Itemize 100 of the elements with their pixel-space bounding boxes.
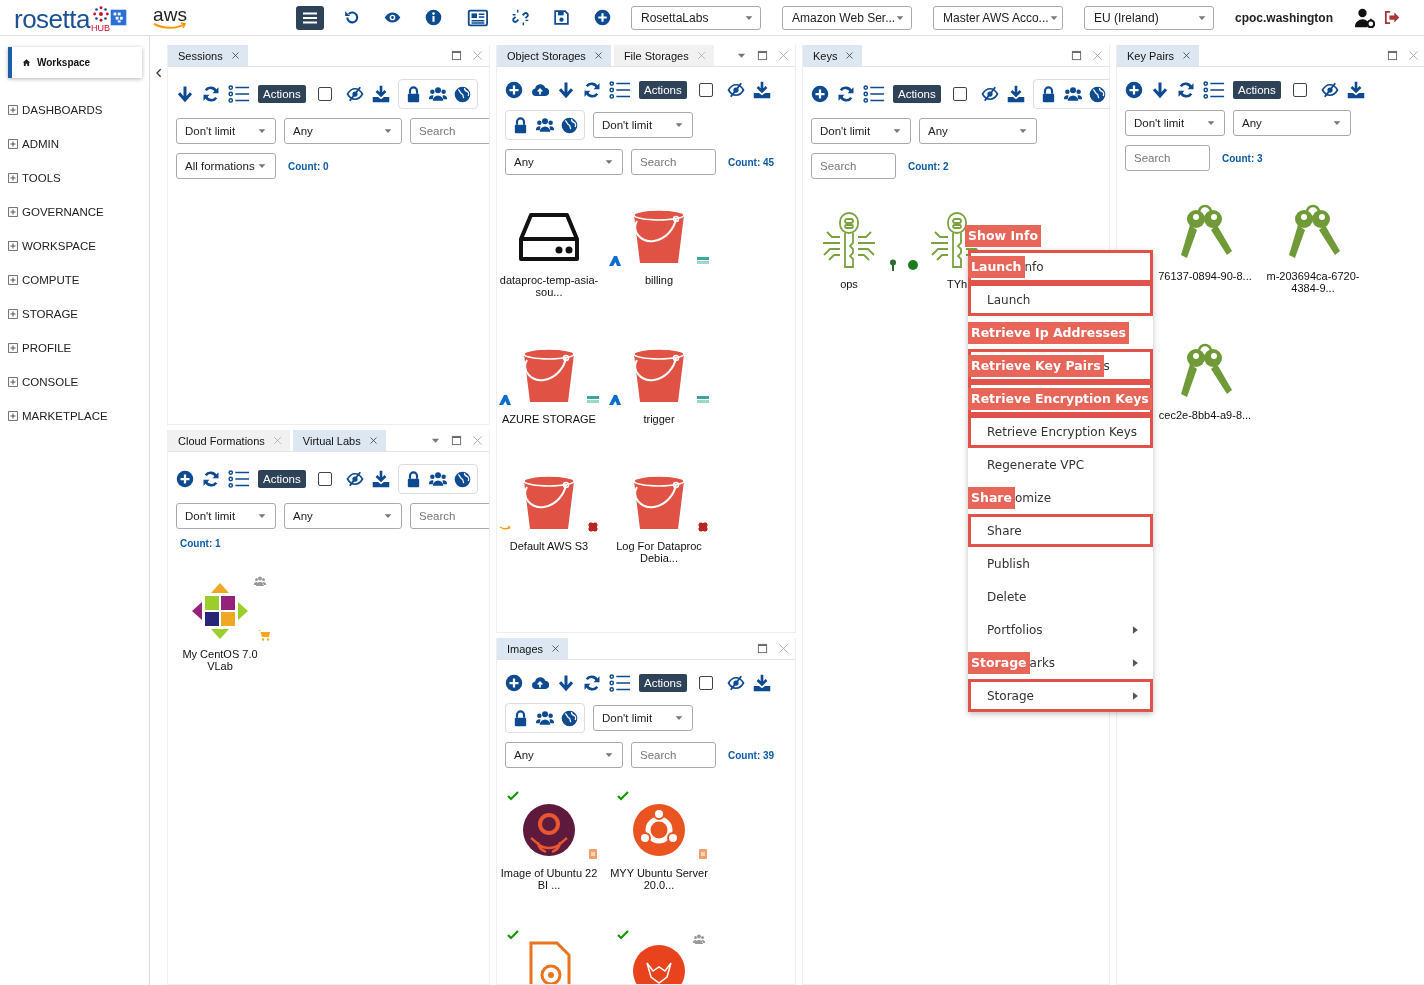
maximize-icon[interactable] [451, 435, 462, 446]
close-icon[interactable] [368, 436, 378, 445]
select-all-checkbox[interactable] [1292, 83, 1307, 97]
add-icon[interactable] [594, 9, 611, 26]
grid-icon[interactable] [110, 9, 127, 26]
panel-tab[interactable]: Keys [803, 45, 863, 66]
down-arrow-icon[interactable] [1151, 81, 1169, 99]
search-field[interactable]: Search [811, 153, 896, 179]
sidebar-item[interactable]: ADMIN [0, 127, 149, 161]
eye-slash-icon[interactable] [980, 85, 999, 103]
search-field[interactable]: Search [410, 503, 489, 529]
maximize-icon[interactable] [1071, 50, 1082, 61]
maximize-icon[interactable] [757, 50, 768, 61]
logout-icon[interactable] [1383, 9, 1401, 26]
menu-item[interactable]: Portfolios [968, 613, 1153, 646]
group-icon[interactable] [536, 709, 554, 727]
refresh-icon[interactable] [583, 674, 601, 692]
sidebar-item[interactable]: MARKETPLACE [0, 399, 149, 433]
actions-button[interactable]: Actions [258, 85, 306, 103]
sidebar-item[interactable]: GOVERNANCE [0, 195, 149, 229]
menu-item[interactable]: Share omize [968, 481, 1153, 514]
actions-button[interactable]: Actions [639, 674, 687, 692]
filter-select[interactable]: Any [505, 742, 623, 768]
account-select[interactable]: Amazon Web Ser... [782, 5, 912, 30]
pinwheel-logo-icon[interactable] [190, 581, 250, 641]
sidebar-item[interactable]: TOOLS [0, 161, 149, 195]
panel-tab[interactable]: Object Storages [497, 45, 611, 66]
actions-button[interactable]: Actions [893, 85, 941, 103]
refresh-icon[interactable] [837, 85, 855, 103]
undo-icon[interactable] [343, 9, 360, 26]
eye-slash-icon[interactable] [1320, 81, 1339, 99]
filter-select[interactable]: Don't limit [811, 118, 911, 144]
account-select[interactable]: Master AWS Acco... [933, 5, 1063, 30]
add-icon[interactable] [505, 81, 523, 99]
sidebar-item[interactable]: STORAGE [0, 297, 149, 331]
actions-button[interactable]: Actions [639, 81, 687, 99]
list-icon[interactable] [228, 468, 250, 490]
filter-select[interactable]: Any [919, 118, 1037, 144]
account-select[interactable]: RosettaLabs [631, 5, 761, 30]
maximize-icon[interactable] [1387, 50, 1398, 61]
panel-tab[interactable]: Images [497, 638, 569, 659]
menu-item[interactable]: Storage [968, 679, 1153, 712]
down-arrow-icon[interactable] [557, 674, 575, 692]
search-field[interactable]: Search [1125, 145, 1210, 171]
down-arrow-icon[interactable] [557, 81, 575, 99]
access-filter[interactable] [1032, 79, 1109, 109]
filter-select[interactable]: Any [284, 118, 402, 144]
panel-tab[interactable]: Sessions [168, 45, 248, 66]
download-icon[interactable] [371, 470, 390, 488]
add-icon[interactable] [1125, 81, 1143, 99]
select-all-checkbox[interactable] [698, 83, 713, 97]
menu-item[interactable]: Storage arks [968, 646, 1153, 679]
sidebar-item[interactable]: COMPUTE [0, 263, 149, 297]
group-icon[interactable] [536, 116, 554, 134]
close-icon[interactable] [593, 51, 603, 60]
download-icon[interactable] [371, 85, 390, 103]
close-icon[interactable] [230, 51, 240, 60]
globe-icon[interactable] [453, 470, 471, 488]
download-icon[interactable] [1346, 81, 1365, 99]
globe-icon[interactable] [561, 116, 578, 134]
lock-icon[interactable] [512, 116, 529, 134]
maximize-icon[interactable] [451, 50, 462, 61]
download-icon[interactable] [752, 81, 771, 99]
menu-item[interactable]: Publish [968, 547, 1153, 580]
download-icon[interactable] [1006, 85, 1025, 103]
list-icon[interactable] [609, 79, 631, 101]
menu-item[interactable]: Launch nfo [968, 250, 1153, 283]
close-icon[interactable] [1182, 51, 1192, 60]
panel-tab[interactable]: Cloud Formations [168, 430, 290, 451]
user-settings-icon[interactable] [1355, 7, 1376, 28]
list-icon[interactable] [228, 83, 250, 105]
access-filter[interactable] [397, 79, 478, 109]
list-icon[interactable] [863, 83, 885, 105]
actions-button[interactable]: Actions [1233, 81, 1281, 99]
sidebar-item[interactable]: WORKSPACE [0, 229, 149, 263]
chevron-left-icon[interactable] [154, 68, 164, 78]
search-field[interactable]: Search [410, 118, 489, 144]
cloud-upload-icon[interactable] [531, 674, 549, 692]
sidebar-item[interactable]: PROFILE [0, 331, 149, 365]
menu-item[interactable]: Retrieve Key Pairs s [968, 349, 1153, 382]
search-field[interactable]: Search [631, 149, 716, 175]
info-icon[interactable] [425, 9, 442, 26]
unlink-icon[interactable] [512, 9, 529, 26]
cloud-upload-icon[interactable] [531, 81, 549, 99]
list-icon[interactable] [1203, 79, 1225, 101]
add-icon[interactable] [176, 470, 194, 488]
select-all-checkbox[interactable] [317, 472, 332, 486]
down-arrow-icon[interactable] [176, 85, 194, 103]
refresh-icon[interactable] [583, 81, 601, 99]
menu-button[interactable] [296, 5, 324, 30]
access-filter[interactable] [505, 110, 585, 140]
eye-slash-icon[interactable] [345, 470, 364, 488]
filter-select[interactable]: All formations [176, 153, 276, 179]
workspace-tab[interactable]: Workspace [8, 47, 142, 78]
access-filter[interactable] [505, 703, 585, 733]
select-all-checkbox[interactable] [317, 87, 332, 101]
eye-slash-icon[interactable] [726, 674, 745, 692]
filter-select[interactable]: Don't limit [593, 112, 693, 138]
search-field[interactable]: Search [631, 742, 716, 768]
lock-icon[interactable] [512, 709, 529, 727]
